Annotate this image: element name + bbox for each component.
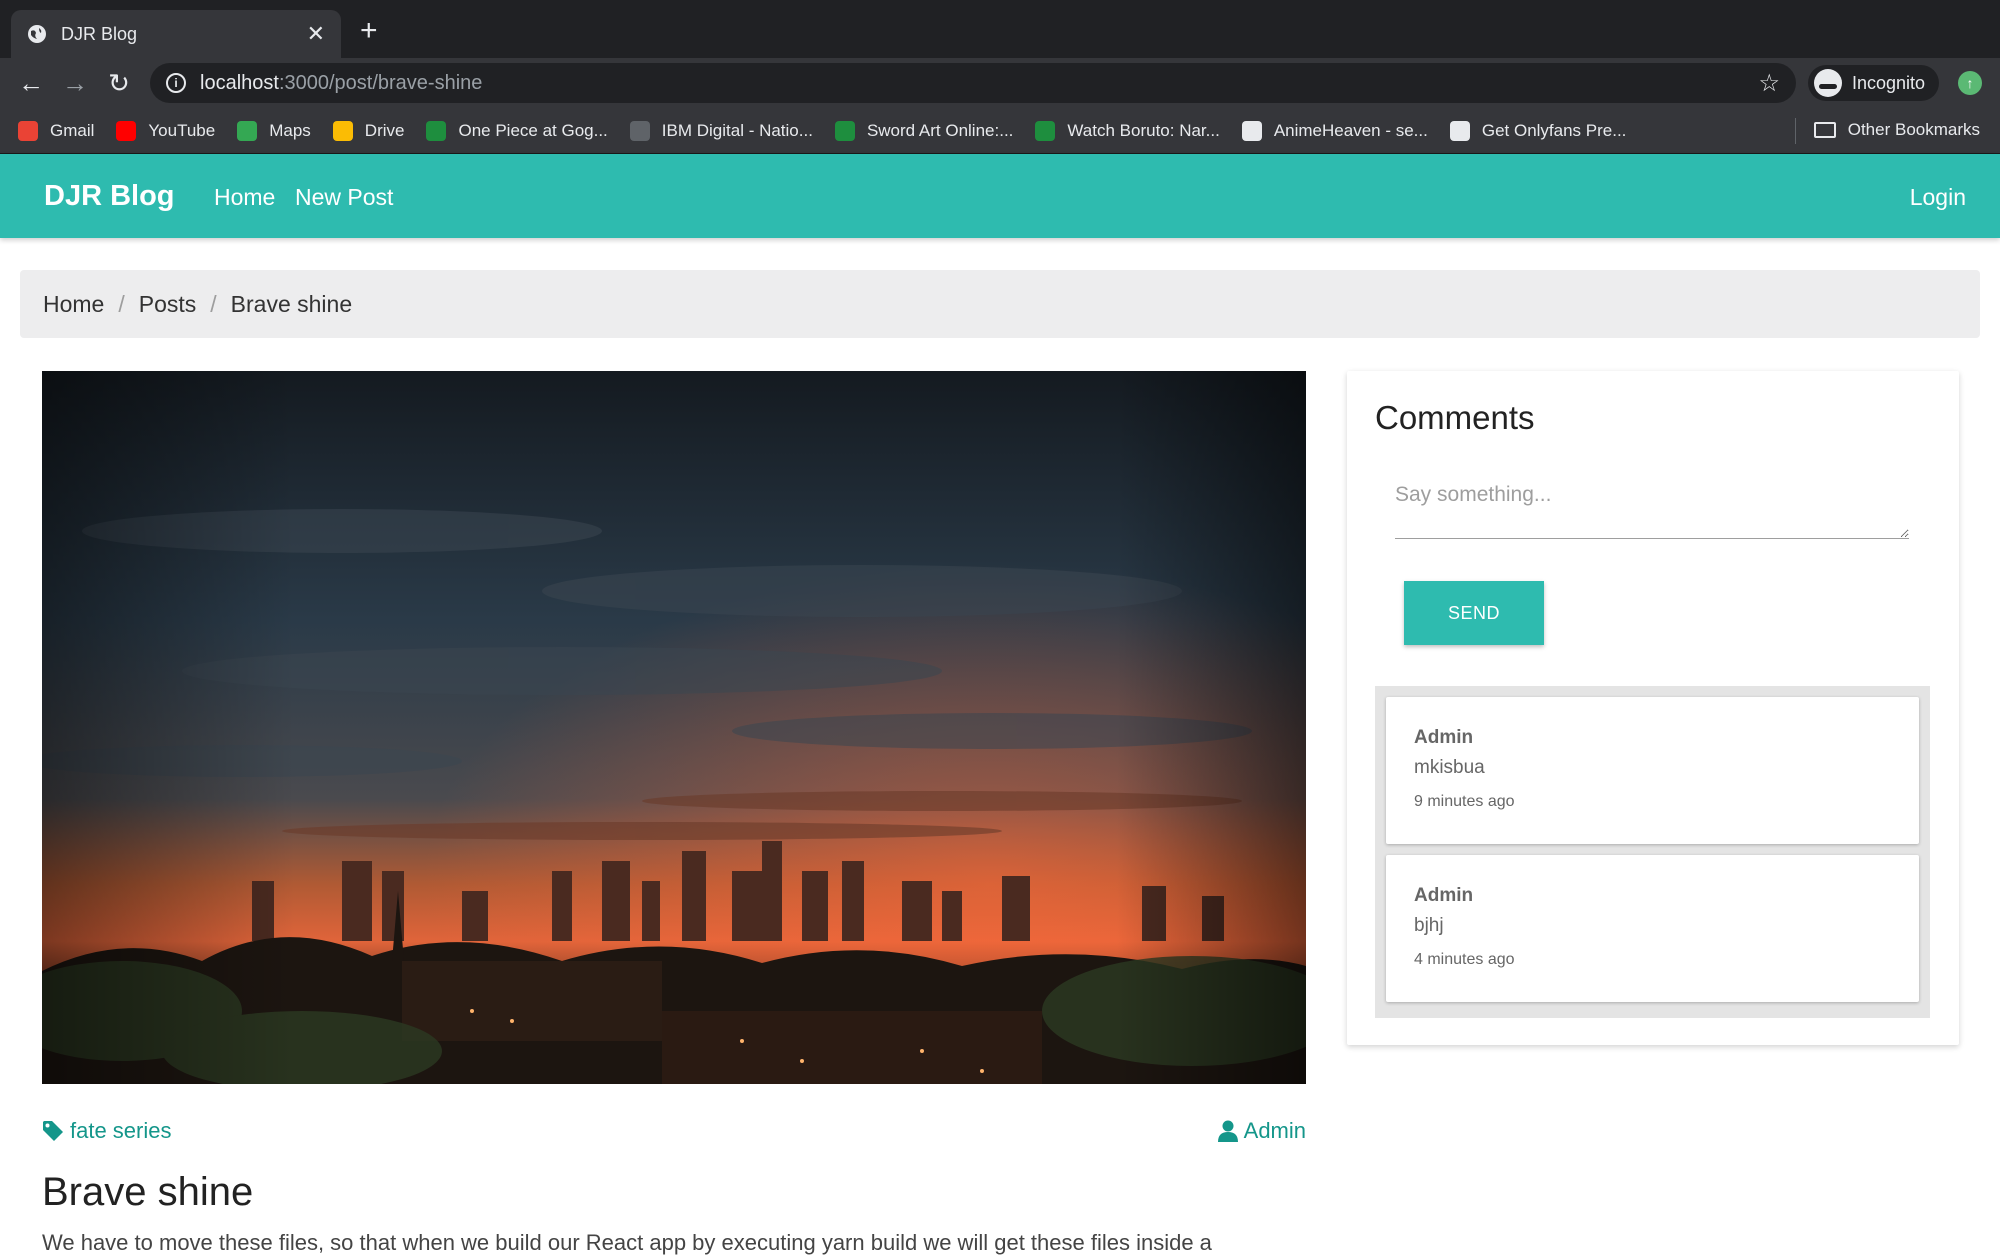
browser-tabstrip: DJR Blog ✕ + (0, 0, 2000, 58)
site-info-icon[interactable]: i (166, 73, 186, 93)
bookmark-label: AnimeHeaven - se... (1273, 120, 1428, 140)
post-author-label: Admin (1243, 1118, 1306, 1143)
app-navbar: DJR Blog Home New Post Login (0, 154, 2000, 238)
bookmark-item[interactable]: YouTube (116, 120, 216, 141)
bookmark-favicon-icon (332, 120, 353, 141)
url-path: :3000/post/brave-shine (278, 71, 483, 94)
update-icon[interactable]: ↑ (1958, 71, 1982, 95)
bookmark-label: YouTube (148, 120, 216, 140)
forward-icon[interactable]: → (60, 68, 90, 98)
nav-new-post-link[interactable]: New Post (295, 184, 393, 211)
other-bookmarks-label: Other Bookmarks (1847, 120, 1980, 139)
bookmark-item[interactable]: Maps (237, 120, 311, 141)
brand-logo[interactable]: DJR Blog (44, 180, 175, 213)
url-host: localhost (200, 71, 279, 94)
tab-title: DJR Blog (61, 23, 138, 44)
bookmark-favicon-icon (18, 120, 38, 141)
comment-author: Admin (1414, 885, 1474, 906)
breadcrumb-home[interactable]: Home (43, 291, 104, 318)
other-bookmarks-folder[interactable]: Other Bookmarks (1813, 120, 1980, 140)
bookmark-item[interactable]: Sword Art Online:... (834, 120, 1014, 141)
comment-author: Admin (1414, 727, 1474, 748)
bookmark-item[interactable]: One Piece at Gog... (426, 120, 608, 141)
send-button[interactable]: SEND (1404, 581, 1544, 645)
bookmark-favicon-icon (116, 120, 137, 141)
bookmark-item[interactable]: AnimeHeaven - se... (1241, 120, 1428, 141)
breadcrumb-separator: / (210, 290, 217, 317)
bookmark-label: Get Onlyfans Pre... (1481, 120, 1627, 140)
comment-item: Admin mkisbua 9 minutes ago (1386, 697, 1919, 844)
incognito-label: Incognito (1852, 72, 1926, 93)
reload-icon[interactable]: ↻ (104, 68, 134, 98)
comments-heading: Comments (1375, 399, 1535, 436)
globe-icon (28, 25, 46, 43)
bookmark-favicon-icon (629, 120, 650, 141)
comment-time: 4 minutes ago (1414, 951, 1515, 968)
breadcrumb-current: Brave shine (230, 290, 353, 317)
bookmark-label: Sword Art Online:... (866, 120, 1014, 140)
post-body: We have to move these files, so that whe… (42, 1230, 1212, 1255)
bookmark-label: Gmail (50, 120, 95, 140)
post-tag-label: fate series (70, 1118, 172, 1143)
bookmark-item[interactable]: Get Onlyfans Pre... (1449, 120, 1627, 141)
bookmarks-separator (1795, 118, 1796, 144)
browser-tab[interactable]: DJR Blog ✕ (11, 10, 341, 58)
nav-login-link[interactable]: Login (1910, 184, 1966, 211)
bookmark-item[interactable]: Watch Boruto: Nar... (1035, 120, 1220, 141)
bookmark-favicon-icon (1035, 120, 1056, 141)
back-icon[interactable]: ← (16, 68, 46, 98)
comment-input[interactable] (1395, 471, 1909, 539)
comments-card: Comments SEND Admin mkisbua 9 minutes ag… (1347, 371, 1959, 1045)
bookmark-label: IBM Digital - Natio... (661, 120, 813, 140)
city-sunset-illustration (42, 371, 1306, 1084)
bookmark-favicon-icon (1449, 120, 1470, 141)
bookmark-label: One Piece at Gog... (458, 120, 608, 140)
post-title: Brave shine (42, 1170, 254, 1214)
bookmark-favicon-icon (426, 120, 447, 141)
comment-text: bjhj (1414, 915, 1444, 936)
bookmark-item[interactable]: Drive (332, 120, 405, 141)
bookmark-item[interactable]: Gmail (18, 120, 95, 141)
post-author[interactable]: Admin (1217, 1118, 1306, 1144)
new-tab-button[interactable]: + (360, 16, 378, 46)
post-tag[interactable]: fate series (42, 1118, 172, 1144)
comment-list: Admin mkisbua 9 minutes ago Admin bjhj 4… (1375, 686, 1930, 1018)
bookmarks-bar: Gmail YouTube Maps Drive One Piece at Gog...… (0, 108, 2000, 154)
tag-icon (43, 1121, 63, 1141)
browser-toolbar: ← → ↻ i localhost :3000/post/brave-shine… (0, 58, 2000, 108)
folder-icon (1813, 122, 1836, 138)
address-bar[interactable]: i localhost :3000/post/brave-shine ☆ (150, 63, 1796, 103)
breadcrumb-posts[interactable]: Posts (139, 291, 197, 318)
incognito-icon (1814, 69, 1842, 97)
bookmark-item[interactable]: IBM Digital - Natio... (629, 120, 813, 141)
nav-home-link[interactable]: Home (214, 184, 275, 211)
breadcrumb: Home / Posts / Brave shine (20, 270, 1980, 338)
bookmark-label: Maps (269, 120, 311, 140)
close-tab-icon[interactable]: ✕ (307, 21, 325, 47)
bookmark-star-icon[interactable]: ☆ (1758, 69, 1780, 98)
incognito-badge[interactable]: Incognito (1808, 65, 1940, 101)
bookmark-favicon-icon (1241, 120, 1262, 141)
comment-time: 9 minutes ago (1414, 793, 1515, 810)
bookmark-label: Watch Boruto: Nar... (1067, 120, 1220, 140)
comment-text: mkisbua (1414, 757, 1485, 778)
bookmark-favicon-icon (834, 120, 855, 141)
post-cover-image (42, 371, 1306, 1084)
user-icon (1217, 1120, 1238, 1142)
post-meta: fate series Admin (42, 1118, 1306, 1148)
breadcrumb-separator: / (118, 290, 125, 317)
bookmark-label: Drive (364, 120, 405, 140)
bookmark-favicon-icon (237, 120, 258, 141)
comment-item: Admin bjhj 4 minutes ago (1386, 855, 1919, 1002)
